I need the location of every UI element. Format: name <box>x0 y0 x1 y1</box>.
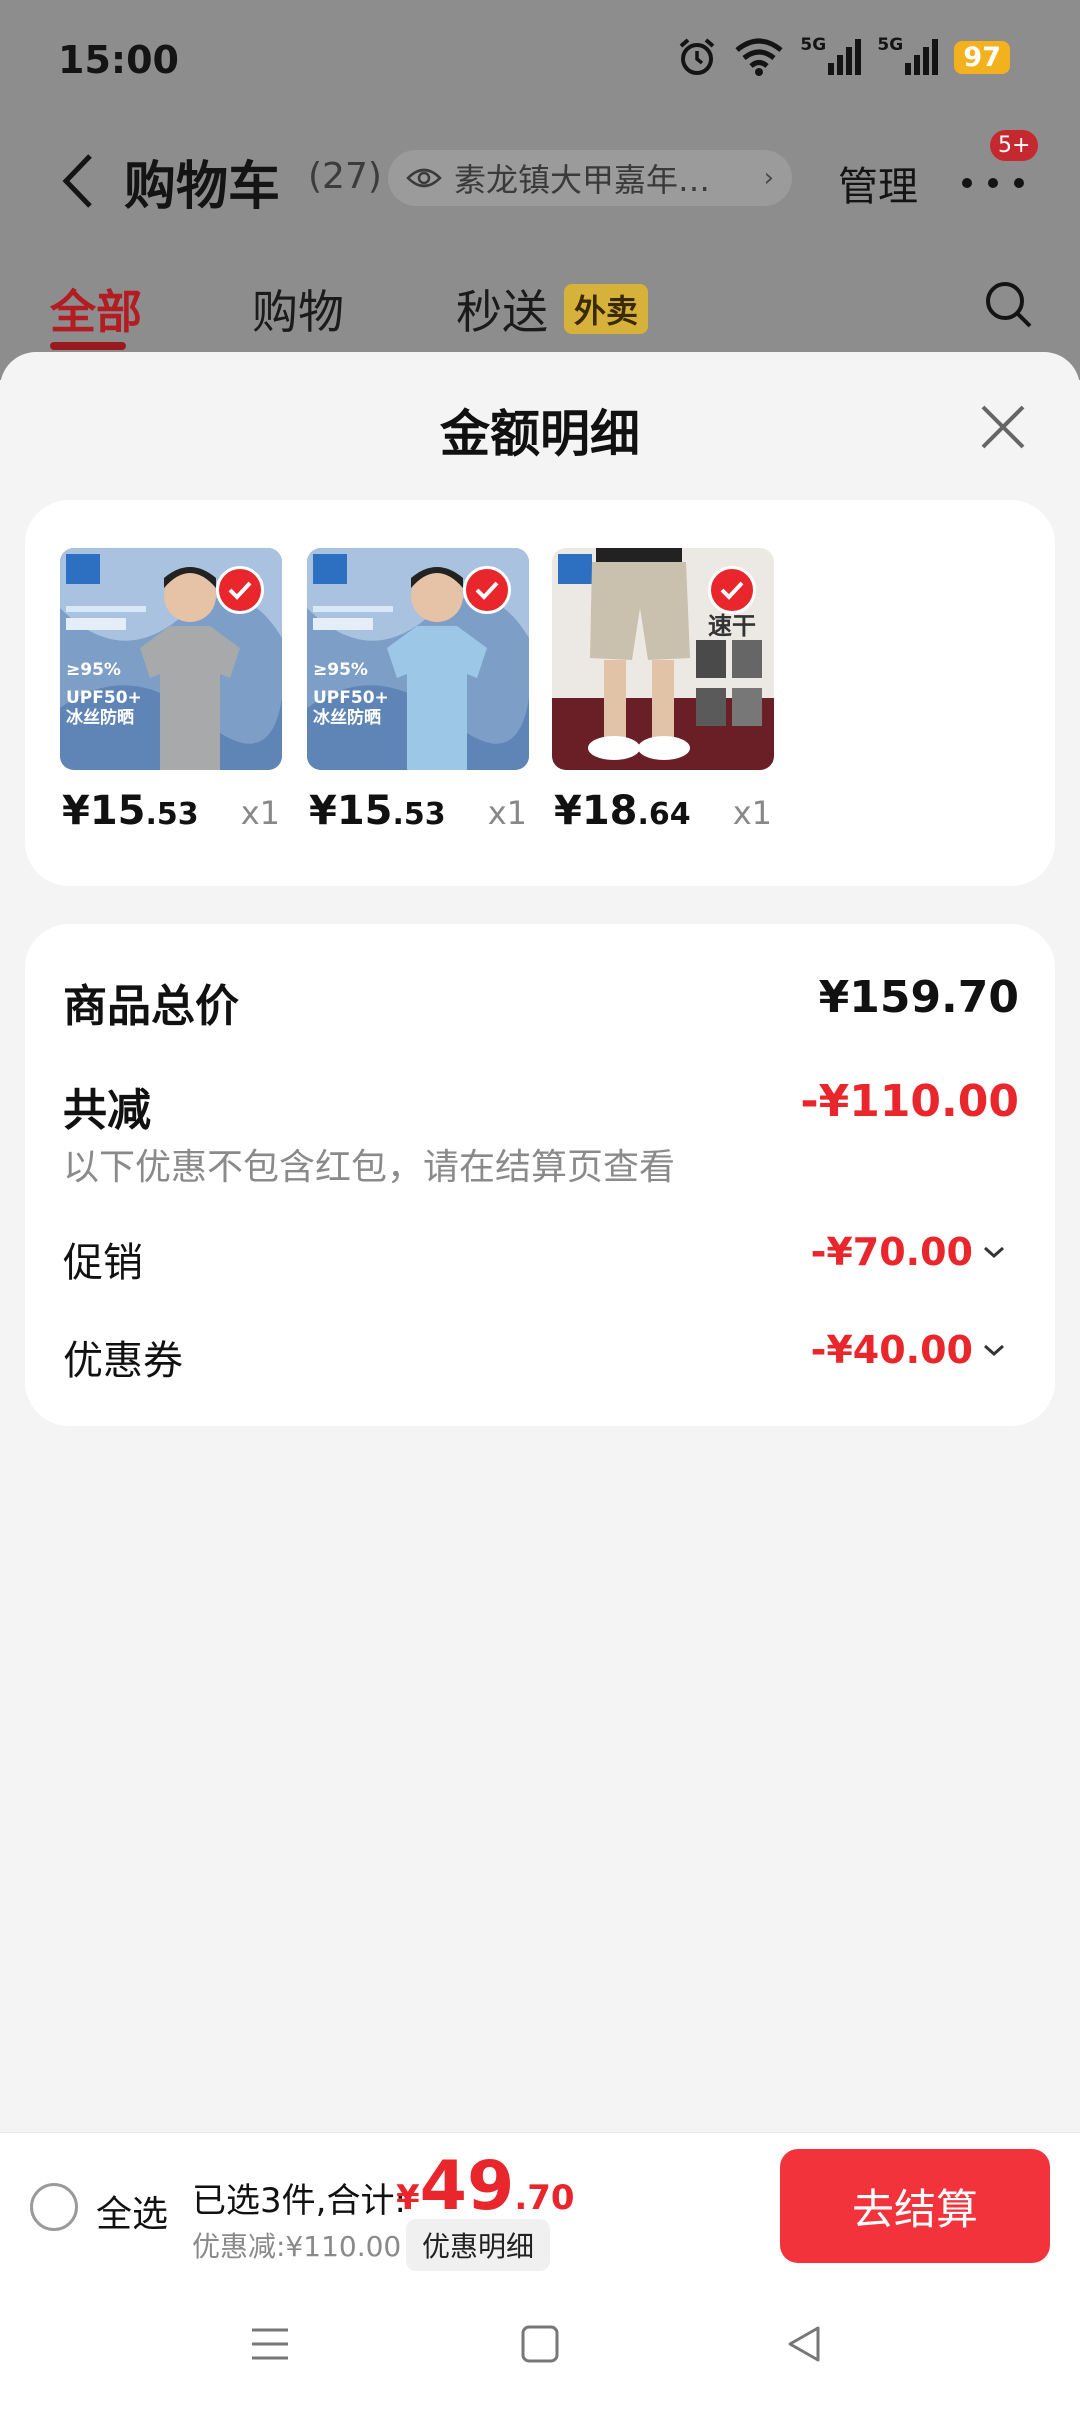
select-all-radio[interactable] <box>30 2183 78 2231</box>
discount-note: 以下优惠不包含红包，请在结算页查看 <box>63 1147 676 1188</box>
background-page: 15:00 5G 5G 97 购物车 (27) 素龙镇大甲嘉年… › 管理 5+… <box>0 0 1080 380</box>
more-icon-dot <box>1014 178 1024 188</box>
battery-indicator: 97 <box>954 40 1010 74</box>
promo-text: ≥95% UPF50+ 冰丝防晒 <box>313 660 389 728</box>
product-price: ¥15.53 <box>62 788 199 834</box>
tab-instant[interactable]: 秒送 <box>456 276 548 342</box>
amount-detail-sheet: 金额明细 ≥95% UPF50+ 冰丝防晒 ¥15.53 x1 ≥95% UPF… <box>0 352 1080 2132</box>
product-item[interactable]: ≥95% UPF50+ 冰丝防晒 ¥15.53 x1 <box>60 548 282 848</box>
product-qty: x1 <box>732 794 772 832</box>
wifi-icon <box>735 38 784 76</box>
price-summary-card: 商品总价 ¥159.70 共减 -¥110.00 以下优惠不包含红包，请在结算页… <box>25 924 1055 1426</box>
takeout-tag: 外卖 <box>564 284 649 334</box>
total-price-value: ¥159.70 <box>818 972 1019 1023</box>
sheet-title: 金额明细 <box>440 405 640 463</box>
checkout-bar: 全选 已选3件,合计: ¥49.70 优惠减:¥110.00 优惠明细 去结算 <box>0 2132 1080 2280</box>
promotion-amount: -¥70.00 <box>810 1230 973 1274</box>
product-price: ¥15.53 <box>309 788 446 834</box>
back-icon[interactable] <box>784 2324 824 2364</box>
product-price: ¥18.64 <box>554 788 691 834</box>
status-icons: 5G 5G 97 <box>676 35 1010 78</box>
close-icon[interactable] <box>980 404 1026 450</box>
more-icon <box>962 178 972 188</box>
total-price-label: 商品总价 <box>63 981 239 1032</box>
chevron-right-icon: › <box>763 163 774 193</box>
select-all-label[interactable]: 全选 <box>96 2185 168 2237</box>
product-item[interactable]: 速干 ¥18.64 x1 <box>552 548 774 848</box>
total-reduce-value: -¥110.00 <box>800 1076 1019 1127</box>
product-item[interactable]: ≥95% UPF50+ 冰丝防晒 ¥15.53 x1 <box>307 548 529 848</box>
tab-active-indicator <box>50 342 126 350</box>
address-selector[interactable]: 素龙镇大甲嘉年… › <box>388 150 792 206</box>
product-image: ≥95% UPF50+ 冰丝防晒 <box>60 548 282 770</box>
status-time: 15:00 <box>58 38 179 82</box>
chevron-down-icon <box>984 1246 1004 1259</box>
tab-shopping[interactable]: 购物 <box>252 276 344 342</box>
cart-title: 购物车 <box>124 157 281 217</box>
product-image: 速干 <box>552 548 774 770</box>
signal-icon: 5G <box>800 35 862 75</box>
promotion-value[interactable]: -¥70.00 <box>811 1230 1005 1274</box>
selected-check-icon[interactable] <box>463 566 511 614</box>
selected-check-icon[interactable] <box>216 566 264 614</box>
product-qty: x1 <box>487 794 527 832</box>
promotion-label: 促销 <box>63 1240 143 1286</box>
discount-amount: 优惠减:¥110.00 <box>192 2230 402 2263</box>
cart-count: (27) <box>308 156 382 197</box>
selected-check-icon[interactable] <box>708 566 756 614</box>
more-icon-dot <box>988 178 998 188</box>
coupon-value[interactable]: -¥40.00 <box>811 1328 1005 1372</box>
coupon-amount: -¥40.00 <box>810 1328 973 1372</box>
cart-tabs: 全部 购物 秒送 外卖 <box>0 276 1080 356</box>
coupon-label: 优惠券 <box>63 1338 183 1384</box>
home-icon[interactable] <box>520 2324 560 2364</box>
product-qty: x1 <box>240 794 280 832</box>
system-nav-bar <box>0 2280 1080 2412</box>
discount-detail-button[interactable]: 优惠明细 <box>406 2219 551 2271</box>
signal-icon-2: 5G <box>877 35 939 75</box>
product-image: ≥95% UPF50+ 冰丝防晒 <box>307 548 529 770</box>
chevron-down-icon <box>984 1344 1004 1357</box>
promo-text: ≥95% UPF50+ 冰丝防晒 <box>66 660 142 728</box>
back-arrow-icon[interactable] <box>60 152 96 210</box>
checkout-button[interactable]: 去结算 <box>780 2149 1050 2263</box>
alarm-icon <box>680 38 715 75</box>
eye-icon <box>406 168 442 188</box>
product-list-card: ≥95% UPF50+ 冰丝防晒 ¥15.53 x1 ≥95% UPF50+ 冰… <box>25 500 1055 886</box>
menu-icon[interactable] <box>250 2324 290 2364</box>
selected-count-text: 已选3件,合计: <box>192 2181 406 2221</box>
total-reduce-label: 共减 <box>63 1085 151 1136</box>
address-text: 素龙镇大甲嘉年… <box>454 161 711 199</box>
manage-button[interactable]: 管理 <box>838 154 918 212</box>
search-icon[interactable] <box>984 280 1034 330</box>
tab-all[interactable]: 全部 <box>50 276 142 342</box>
total-amount: ¥49.70 <box>396 2147 575 2226</box>
message-badge: 5+ <box>990 130 1039 161</box>
more-menu-button[interactable]: 5+ <box>960 130 1039 202</box>
cart-header: 购物车 (27) 素龙镇大甲嘉年… › 管理 5+ <box>0 130 1080 220</box>
